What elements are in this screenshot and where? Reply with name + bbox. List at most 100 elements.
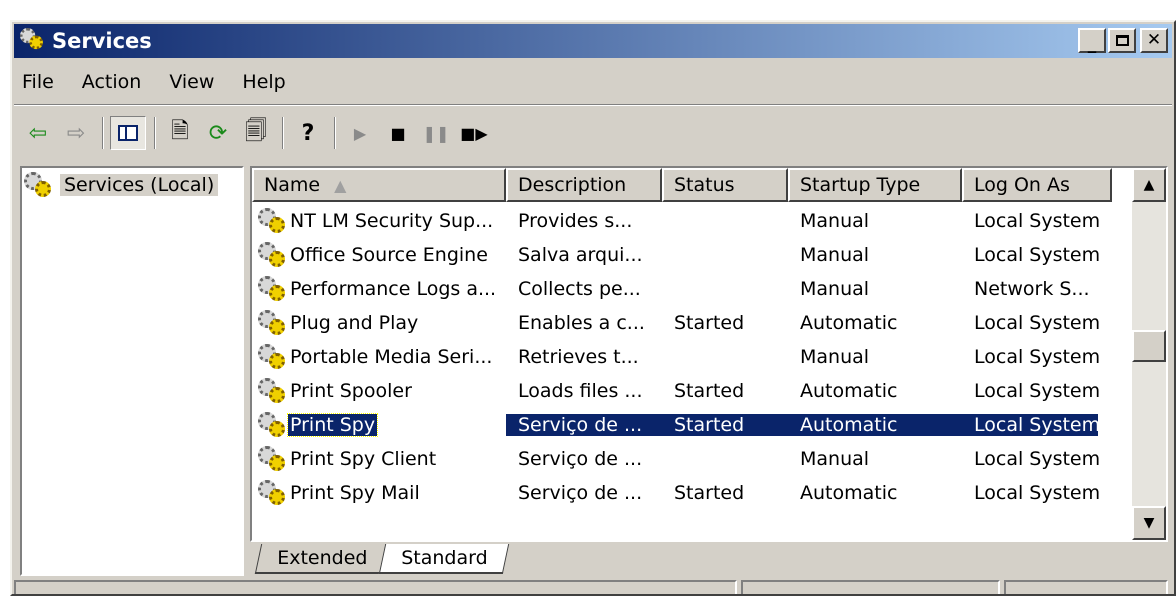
pause-icon: ❚❚ [422,123,450,143]
toolbar-separator [282,117,284,149]
service-gear-icon [258,276,288,302]
restart-service-button[interactable]: ■▶ [456,116,492,150]
service-description: Serviço de ... [518,482,643,504]
service-name: NT LM Security Sup... [290,210,494,232]
service-description: Enables a c... [518,312,645,334]
forward-button[interactable]: ⇨ [58,116,94,150]
properties-button[interactable]: 🗎 [162,116,198,150]
service-log-on-as: Local System [974,380,1101,402]
table-row-selected[interactable]: Print Spy Serviço de ... Started Automat… [252,408,1122,442]
service-log-on-as: Local System [974,482,1101,504]
table-row[interactable]: Portable Media Seri... Retrieves t... Ma… [252,340,1122,374]
service-startup-type: Manual [800,278,870,300]
table-row[interactable]: Print Spy Mail Serviço de ... Started Au… [252,476,1122,510]
start-service-button[interactable]: ▶ [342,116,378,150]
tree-item-services-local[interactable]: Services (Local) [24,172,242,198]
column-header-name[interactable]: Name ▲ [252,168,506,202]
close-button[interactable]: ✕ [1140,28,1168,53]
service-name: Print Spy Mail [290,482,420,504]
maximize-icon [1115,35,1129,46]
column-label: Status [674,174,735,196]
console-tree[interactable]: Services (Local) [20,166,244,576]
maximize-button[interactable] [1108,28,1136,53]
back-arrow-icon: ⇦ [28,120,48,146]
status-panel-3 [1004,580,1168,594]
service-log-on-as: Network S... [974,278,1090,300]
service-status: Started [662,414,788,436]
service-name: Print Spy Client [290,448,437,470]
service-name: Print Spooler [290,380,412,402]
menu-view[interactable]: View [155,71,228,93]
rows-container: NT LM Security Sup... Provides s... Manu… [252,204,1122,510]
title-bar[interactable]: Services _ ✕ [14,24,1172,58]
tab-extended[interactable]: Extended [254,544,390,574]
table-row[interactable]: Performance Logs a... Collects pe... Man… [252,272,1122,306]
help-icon: ? [301,120,315,146]
show-hide-tree-button[interactable] [110,116,146,150]
table-row[interactable]: NT LM Security Sup... Provides s... Manu… [252,204,1122,238]
status-bar [14,580,1172,594]
back-button[interactable]: ⇦ [20,116,56,150]
service-name: Plug and Play [290,312,419,334]
table-row[interactable]: Office Source Engine Salva arqui... Manu… [252,238,1122,272]
column-header-description[interactable]: Description [506,168,662,202]
tab-standard[interactable]: Standard [379,544,510,574]
service-description: Loads files ... [518,380,643,402]
properties-icon: 🗎 [171,119,189,144]
status-panel-main [14,580,737,594]
menu-action[interactable]: Action [68,71,156,93]
column-header-status[interactable]: Status [662,168,788,202]
service-startup-type: Manual [800,244,870,266]
close-icon: ✕ [1146,30,1162,50]
export-list-button[interactable]: 🗐 [238,116,274,150]
service-gear-icon [258,208,288,234]
menu-help[interactable]: Help [228,71,299,93]
stop-service-button[interactable]: ■ [380,116,416,150]
status-panel-2 [740,580,1001,594]
table-row[interactable]: Plug and Play Enables a c... Started Aut… [252,306,1122,340]
service-log-on-as: Local System [974,346,1101,368]
service-status: Started [674,380,745,402]
service-description: Collects pe... [518,278,641,300]
column-header-log-on-as[interactable]: Log On As [962,168,1112,202]
scroll-thumb[interactable] [1132,330,1166,362]
service-log-on-as: Local System [974,448,1101,470]
service-gear-icon [258,310,288,336]
column-label: Startup Type [800,174,921,196]
refresh-button[interactable]: ⟳ [200,116,236,150]
column-header-startup-type[interactable]: Startup Type [788,168,962,202]
table-row[interactable]: Print Spooler Loads files ... Started Au… [252,374,1122,408]
scroll-down-button[interactable]: ▼ [1132,506,1166,540]
services-gear-icon [20,28,46,54]
play-icon: ▶ [353,123,367,143]
toolbar-separator [334,117,336,149]
minimize-button[interactable]: _ [1078,28,1106,53]
refresh-icon: ⟳ [208,120,228,146]
scroll-up-button[interactable]: ▲ [1132,168,1166,202]
service-startup-type: Manual [800,210,870,232]
menu-bar: File Action View Help [14,66,1172,98]
table-row[interactable]: Print Spy Client Serviço de ... Manual L… [252,442,1122,476]
service-gear-icon [258,344,288,370]
sort-ascending-icon: ▲ [334,175,347,195]
vertical-scrollbar[interactable]: ▲ ▼ [1132,168,1166,540]
service-gear-icon [258,242,288,268]
service-description: Serviço de ... [518,448,643,470]
service-gear-icon [258,446,288,472]
stop-icon: ■ [390,123,406,143]
menu-file[interactable]: File [14,71,68,93]
view-tabs: Extended Standard [254,544,510,578]
help-button[interactable]: ? [290,116,326,150]
toolbar-separator [154,117,156,149]
column-label: Description [518,174,627,196]
toolbar-separator [102,117,104,149]
forward-arrow-icon: ⇨ [66,120,86,146]
arrow-down-icon: ▼ [1143,515,1155,531]
service-name: Print Spy [286,413,379,437]
service-startup-type: Manual [800,448,870,470]
restart-icon: ■▶ [460,123,488,143]
tree-item-label: Services (Local) [60,174,219,196]
pause-service-button[interactable]: ❚❚ [418,116,454,150]
services-list[interactable]: Name ▲ Description Status Startup Type L… [250,166,1168,542]
minimize-icon: _ [1087,34,1097,54]
